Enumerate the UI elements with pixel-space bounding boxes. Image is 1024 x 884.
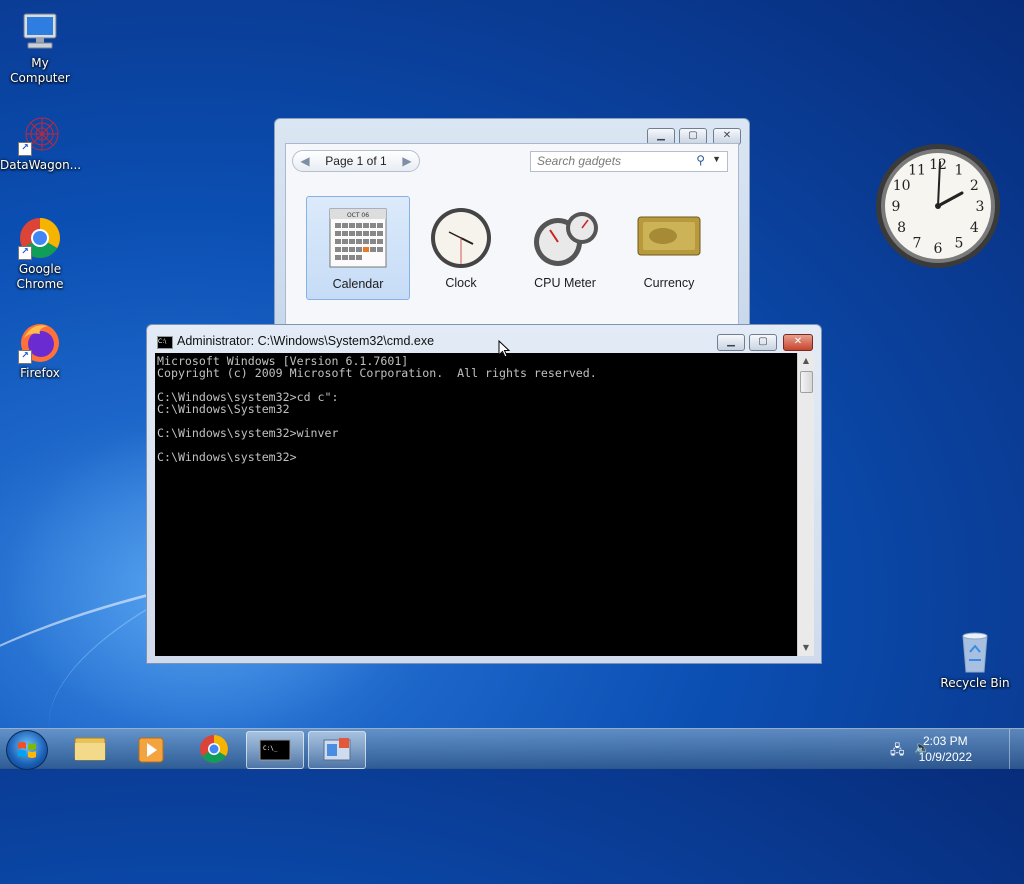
show-desktop-button[interactable] bbox=[1009, 729, 1024, 769]
taskbar-time: 2:03 PM bbox=[922, 734, 968, 748]
recycle-bin-icon bbox=[953, 630, 997, 674]
scroll-down-icon[interactable]: ▼ bbox=[798, 640, 814, 656]
desktop-icon-google-chrome[interactable]: ↗ Google Chrome bbox=[0, 216, 80, 292]
windows-logo-icon bbox=[18, 742, 36, 758]
taskbar-gadgets[interactable] bbox=[308, 731, 366, 769]
search-icon[interactable]: ⚲ bbox=[696, 153, 705, 167]
folder-icon bbox=[74, 737, 106, 761]
datawagon-icon: ↗ bbox=[18, 112, 62, 156]
clock-numeral: 6 bbox=[934, 241, 943, 257]
cmd-icon: C:\_ bbox=[259, 739, 291, 761]
start-button[interactable] bbox=[6, 730, 48, 770]
shortcut-arrow-icon: ↗ bbox=[18, 142, 32, 156]
calendar-icon: OCT 06 bbox=[329, 208, 387, 268]
previous-page-icon[interactable]: ◀ bbox=[296, 152, 314, 170]
desktop-icon-label: Recycle Bin bbox=[940, 676, 1010, 690]
dropdown-arrow-icon[interactable]: ▼ bbox=[712, 154, 721, 164]
page-navigator: ◀ Page 1 of 1 ▶ bbox=[292, 150, 420, 172]
clock-numeral: 2 bbox=[970, 178, 979, 194]
chrome-icon bbox=[200, 735, 228, 763]
cmd-icon: C:\ bbox=[157, 336, 173, 349]
taskbar: C:\_ 🖧 🔈 2:03 PM 10/9/2022 bbox=[0, 728, 1024, 770]
mouse-cursor-icon bbox=[498, 340, 510, 358]
gadget-name: Calendar bbox=[332, 277, 384, 291]
currency-icon bbox=[637, 216, 701, 256]
clock-numeral: 10 bbox=[893, 178, 911, 194]
clock-numeral: 12 bbox=[929, 157, 947, 173]
desktop-icon-label: DataWagon... bbox=[0, 158, 82, 172]
shortcut-arrow-icon: ↗ bbox=[18, 246, 32, 260]
gadget-gallery-panel: ◀ Page 1 of 1 ▶ Search gadgets ⚲ ▼ OCT 0… bbox=[285, 143, 739, 339]
taskbar-media-player[interactable] bbox=[124, 731, 180, 767]
gadget-name: Clock bbox=[445, 276, 477, 290]
desktop-icon-label: Firefox bbox=[20, 366, 60, 380]
taskbar-chrome[interactable] bbox=[186, 731, 242, 767]
search-placeholder: Search gadgets bbox=[537, 154, 622, 168]
computer-icon bbox=[18, 10, 62, 54]
scroll-thumb[interactable] bbox=[800, 371, 813, 393]
maximize-button[interactable]: ▢ bbox=[749, 334, 777, 351]
network-icon[interactable]: 🖧 bbox=[890, 741, 905, 763]
clock-numeral: 7 bbox=[913, 235, 922, 251]
clock-numeral: 1 bbox=[955, 163, 964, 179]
gadget-clock[interactable]: Clock bbox=[410, 196, 512, 298]
vertical-scrollbar[interactable]: ▲ ▼ bbox=[797, 353, 814, 656]
console-output[interactable]: Microsoft Windows [Version 6.1.7601] Cop… bbox=[155, 353, 797, 656]
next-page-icon[interactable]: ▶ bbox=[398, 152, 416, 170]
console-text: Microsoft Windows [Version 6.1.7601] Cop… bbox=[157, 354, 597, 464]
minimize-button[interactable]: ▁ bbox=[717, 334, 745, 351]
cpu-meter-icon bbox=[534, 212, 598, 266]
command-prompt-window: C:\ Administrator: C:\Windows\System32\c… bbox=[146, 324, 822, 664]
firefox-icon: ↗ bbox=[18, 320, 62, 364]
desktop-icon-datawagon[interactable]: ↗ DataWagon... bbox=[0, 112, 82, 173]
clock-numeral: 5 bbox=[955, 235, 964, 251]
chrome-icon: ↗ bbox=[18, 216, 62, 260]
page-label: Page 1 of 1 bbox=[325, 154, 387, 168]
desktop-icon-label: Google Chrome bbox=[16, 262, 64, 291]
clock-numeral: 3 bbox=[976, 199, 985, 215]
search-gadgets-input[interactable]: Search gadgets ⚲ ▼ bbox=[530, 151, 728, 172]
clock-numeral: 8 bbox=[897, 220, 906, 236]
clock-numeral: 4 bbox=[970, 220, 979, 236]
desktop-icon-recycle-bin[interactable]: Recycle Bin bbox=[935, 630, 1015, 691]
gadget-calendar[interactable]: OCT 06 Calendar bbox=[306, 196, 410, 300]
taskbar-clock[interactable]: 2:03 PM 10/9/2022 bbox=[919, 733, 972, 765]
window-title: Administrator: C:\Windows\System32\cmd.e… bbox=[177, 334, 435, 348]
clock-icon bbox=[431, 208, 491, 268]
desktop-icon-label: My Computer bbox=[10, 56, 70, 85]
shortcut-arrow-icon: ↗ bbox=[18, 350, 32, 364]
taskbar-date: 10/9/2022 bbox=[918, 750, 972, 764]
clock-numeral: 11 bbox=[908, 163, 926, 179]
scroll-up-icon[interactable]: ▲ bbox=[798, 353, 814, 369]
calendar-month: OCT 06 bbox=[347, 212, 369, 219]
desktop-clock-gadget[interactable]: 12 1 2 3 4 5 6 7 8 9 10 11 bbox=[874, 142, 1002, 270]
desktop-icon-firefox[interactable]: ↗ Firefox bbox=[0, 320, 80, 381]
gadget-name: Currency bbox=[643, 276, 695, 290]
gadgets-icon bbox=[323, 738, 351, 761]
desktop-icon-my-computer[interactable]: My Computer bbox=[0, 10, 80, 86]
clock-numeral: 9 bbox=[892, 199, 901, 215]
gadget-currency[interactable]: Currency bbox=[618, 196, 720, 298]
taskbar-explorer[interactable] bbox=[62, 731, 118, 767]
gadget-gallery-window: ▁ ▢ ✕ ◀ Page 1 of 1 ▶ Search gadgets ⚲ ▼… bbox=[274, 118, 750, 340]
media-player-icon bbox=[138, 737, 164, 763]
gadget-cpu-meter[interactable]: CPU Meter bbox=[514, 196, 616, 298]
taskbar-cmd[interactable]: C:\_ bbox=[246, 731, 304, 769]
svg-text:C:\_: C:\_ bbox=[263, 745, 278, 752]
gadget-name: CPU Meter bbox=[534, 276, 596, 290]
close-button[interactable]: ✕ bbox=[783, 334, 813, 351]
